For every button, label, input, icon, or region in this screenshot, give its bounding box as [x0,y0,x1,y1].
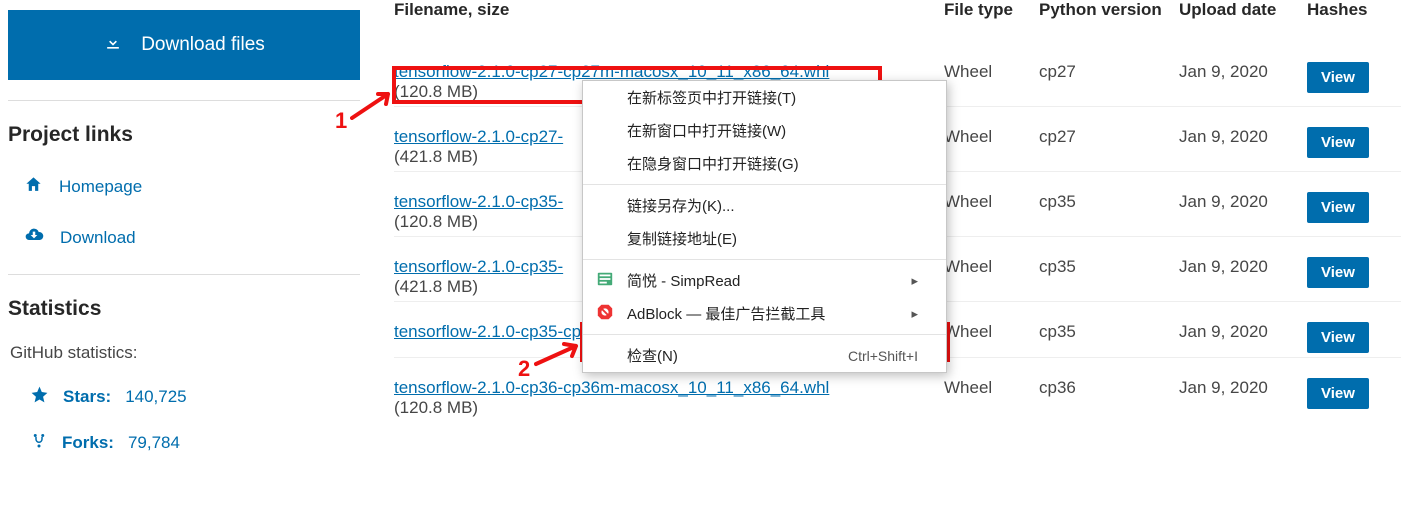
file-link[interactable]: tensorflow-2.1.0-cp35- [394,257,563,276]
file-size: (421.8 MB) [394,277,478,296]
ctx-label: 在隐身窗口中打开链接(G) [627,153,799,174]
file-link[interactable]: tensorflow-2.1.0-cp27-cp27m-macosx_10_11… [394,62,829,81]
file-type: Wheel [944,378,1039,398]
python-version: cp36 [1039,378,1179,398]
th-filename: Filename, size [394,0,944,20]
project-link-download[interactable]: Download [8,219,360,256]
context-menu: 在新标签页中打开链接(T) 在新窗口中打开链接(W) 在隐身窗口中打开链接(G)… [582,80,947,373]
file-size: (120.8 MB) [394,212,478,231]
project-link-label: Download [60,228,136,248]
file-type: Wheel [944,322,1039,342]
python-version: cp35 [1039,192,1179,212]
ctx-save-link-as[interactable]: 链接另存为(K)... [583,189,946,222]
file-link[interactable]: tensorflow-2.1.0-cp27- [394,127,563,146]
upload-date: Jan 9, 2020 [1179,378,1307,398]
file-link[interactable]: tensorflow-2.1.0-cp35- [394,192,563,211]
ctx-open-new-window[interactable]: 在新窗口中打开链接(W) [583,114,946,147]
ctx-separator [583,184,946,185]
view-hashes-button[interactable]: View [1307,322,1369,353]
stat-value: 140,725 [125,387,186,407]
th-upload: Upload date [1179,0,1307,20]
ctx-adblock[interactable]: AdBlock — 最佳广告拦截工具 [583,297,946,330]
ctx-copy-link[interactable]: 复制链接地址(E) [583,222,946,255]
view-hashes-button[interactable]: View [1307,378,1369,409]
view-hashes-button[interactable]: View [1307,257,1369,288]
file-type: Wheel [944,127,1039,147]
ctx-simpread[interactable]: 简悦 - SimpRead [583,264,946,297]
view-hashes-button[interactable]: View [1307,62,1369,93]
statistics-title: Statistics [8,297,360,321]
upload-date: Jan 9, 2020 [1179,192,1307,212]
ctx-shortcut: Ctrl+Shift+I [848,348,918,364]
download-icon [103,32,123,58]
file-type: Wheel [944,257,1039,277]
ctx-separator [583,259,946,260]
stat-forks[interactable]: Forks: 79,784 [8,427,360,458]
upload-date: Jan 9, 2020 [1179,257,1307,277]
file-type: Wheel [944,62,1039,82]
python-version: cp35 [1039,322,1179,342]
th-hashes: Hashes [1307,0,1387,20]
github-statistics-label: GitHub statistics: [8,343,360,363]
ctx-open-new-tab[interactable]: 在新标签页中打开链接(T) [583,81,946,114]
project-link-homepage[interactable]: Homepage [8,169,360,205]
home-icon [24,175,43,199]
python-version: cp27 [1039,127,1179,147]
divider [8,100,360,101]
ctx-inspect[interactable]: 检查(N) Ctrl+Shift+I [583,339,946,372]
project-links-title: Project links [8,123,360,147]
ctx-open-incognito[interactable]: 在隐身窗口中打开链接(G) [583,147,946,180]
ctx-label: 在新标签页中打开链接(T) [627,87,796,108]
star-icon [30,385,49,409]
file-size: (120.8 MB) [394,398,478,417]
download-files-button[interactable]: Download files [8,10,360,80]
adblock-icon [595,302,615,322]
view-hashes-button[interactable]: View [1307,192,1369,223]
cloud-download-icon [24,225,44,250]
ctx-label: 链接另存为(K)... [627,195,735,216]
project-link-label: Homepage [59,177,142,197]
ctx-separator [583,334,946,335]
upload-date: Jan 9, 2020 [1179,62,1307,82]
python-version: cp35 [1039,257,1179,277]
th-filetype: File type [944,0,1039,20]
ctx-label: 简悦 - SimpRead [627,270,740,291]
stat-stars[interactable]: Stars: 140,725 [8,381,360,413]
file-size: (421.8 MB) [394,147,478,166]
file-size: (120.8 MB) [394,82,478,101]
stat-label: Stars: [63,387,111,407]
divider [8,274,360,275]
simpread-icon [595,269,615,289]
table-header-row: Filename, size File type Python version … [394,0,1401,42]
sidebar: Download files Project links Homepage Do… [0,0,370,482]
view-hashes-button[interactable]: View [1307,127,1369,158]
python-version: cp27 [1039,62,1179,82]
ctx-label: 检查(N) [627,345,678,366]
ctx-label: AdBlock — 最佳广告拦截工具 [627,303,825,324]
stat-value: 79,784 [128,433,180,453]
download-files-label: Download files [141,34,265,56]
ctx-label: 在新窗口中打开链接(W) [627,120,786,141]
file-link[interactable]: tensorflow-2.1.0-cp36-cp36m-macosx_10_11… [394,378,829,397]
file-type: Wheel [944,192,1039,212]
stat-label: Forks: [62,433,114,453]
th-python: Python version [1039,0,1179,20]
fork-icon [30,431,48,454]
ctx-label: 复制链接地址(E) [627,228,737,249]
upload-date: Jan 9, 2020 [1179,127,1307,147]
upload-date: Jan 9, 2020 [1179,322,1307,342]
